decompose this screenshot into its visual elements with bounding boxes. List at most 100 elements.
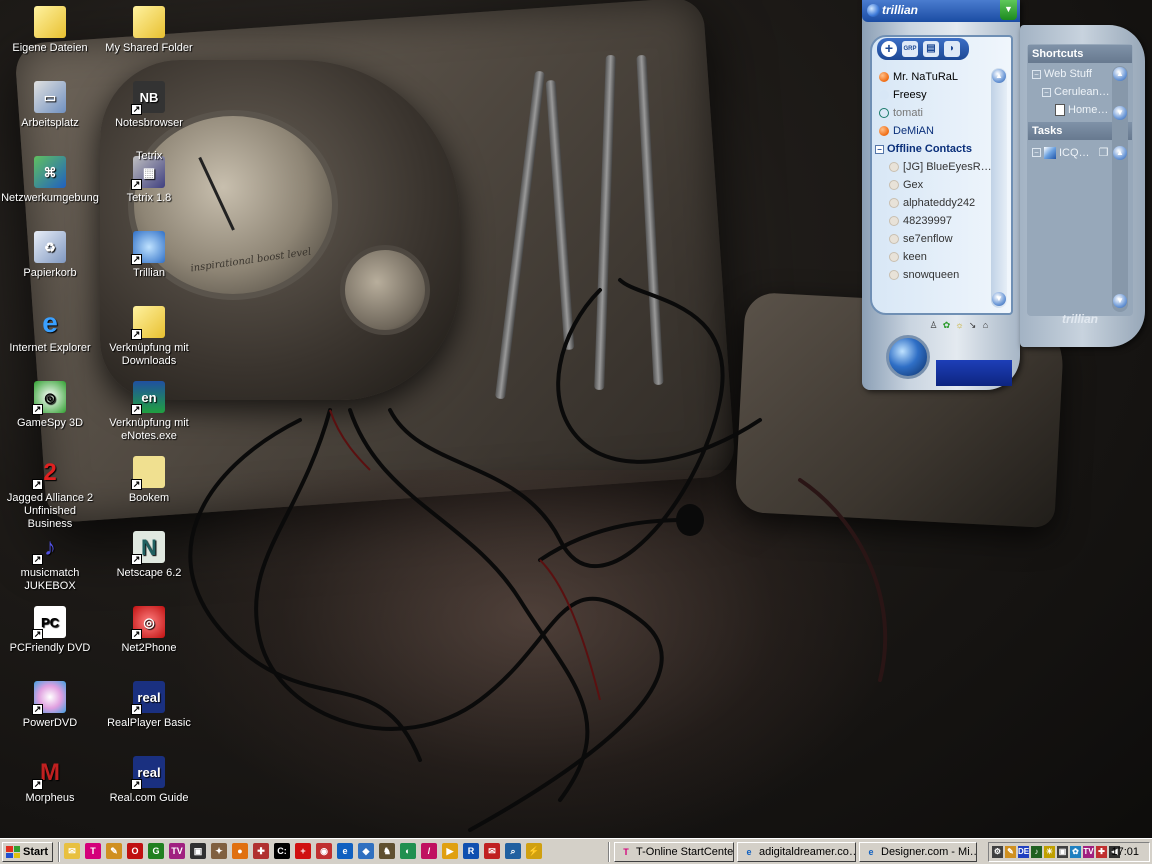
restore-icon[interactable]: ❐ xyxy=(1099,146,1109,159)
task-item[interactable]: − ICQ… ❐ xyxy=(1032,146,1108,159)
desktop-icon[interactable]: ♻ Papierkorb xyxy=(0,231,100,280)
desktop-icon[interactable]: real ↗ RealPlayer Basic xyxy=(99,681,199,730)
my-documents-folder-icon[interactable] xyxy=(34,6,66,38)
cube-icon[interactable]: ▤ xyxy=(923,41,939,57)
opera-icon[interactable]: O xyxy=(127,843,143,859)
desktop-icon[interactable]: ↗ Trillian xyxy=(99,231,199,280)
desktop-icon[interactable]: ⌘ Netzwerkumgebung xyxy=(0,156,100,205)
desktop-icon[interactable]: ↗ Verknüpfung mit Downloads xyxy=(99,306,199,368)
desktop-icon[interactable]: Eigene Dateien xyxy=(0,6,100,55)
reception-icon[interactable]: R xyxy=(463,843,479,859)
shortcut-item[interactable]: − Web Stuff xyxy=(1032,68,1092,80)
desktop-icon[interactable]: My Shared Folder xyxy=(99,6,199,55)
collapse-icon[interactable]: − xyxy=(1032,148,1041,157)
contact-item[interactable]: tomati xyxy=(873,104,991,122)
tray-pen-icon[interactable]: ✎ xyxy=(1005,846,1016,858)
group-icon[interactable]: GRP xyxy=(902,41,918,57)
pcfriendly-icon[interactable]: PC ↗ xyxy=(32,606,66,640)
game-icon[interactable]: ◉ xyxy=(316,843,332,859)
desktop-icon[interactable]: real ↗ Real.com Guide xyxy=(99,756,199,805)
knight-icon[interactable]: ♞ xyxy=(379,843,395,859)
scroll-up-icon[interactable]: ▲ xyxy=(1113,67,1127,81)
side-panel-scrollbar[interactable]: ▲ ▼ ▲ ▼ xyxy=(1112,66,1128,312)
palette-icon[interactable]: ◐ xyxy=(400,843,416,859)
feather-icon[interactable]: / xyxy=(421,843,437,859)
contact-item[interactable]: Mr. NaTuRaL xyxy=(873,68,991,86)
desktop-icon[interactable]: ↗ PowerDVD xyxy=(0,681,100,730)
moth-icon[interactable]: ✦ xyxy=(211,843,227,859)
offline-contact-item[interactable]: Gex xyxy=(873,176,991,194)
scroll-up-icon[interactable]: ▲ xyxy=(992,69,1006,83)
contact-item[interactable]: Freesy xyxy=(873,86,991,104)
tray-music-icon[interactable]: ♪ xyxy=(1031,846,1042,858)
internet-explorer-icon[interactable]: e xyxy=(34,306,66,338)
netscape-icon[interactable]: N ↗ xyxy=(131,531,165,565)
trillian-titlebar[interactable]: trillian xyxy=(862,0,1020,22)
desktop-icon[interactable]: ▭ Arbeitsplatz xyxy=(0,81,100,130)
gamespy-icon[interactable]: G xyxy=(148,843,164,859)
offline-contact-item[interactable]: snowqueen xyxy=(873,266,991,284)
shortcut-item[interactable]: − Cerulean… xyxy=(1042,86,1110,98)
folder-icon[interactable] xyxy=(133,6,165,38)
trillian-icon[interactable]: ↗ xyxy=(131,231,165,265)
desktop-icon[interactable]: ▦ ↗ Tetrix 1.8 xyxy=(99,156,199,205)
collapse-icon[interactable]: − xyxy=(875,144,884,154)
desktop-icon[interactable]: ◎ ↗ GameSpy 3D xyxy=(0,381,100,430)
t-online-icon[interactable]: T xyxy=(85,843,101,859)
arrow-icon[interactable]: ↘ xyxy=(967,320,978,331)
desktop-icon[interactable]: M ↗ Morpheus xyxy=(0,756,100,805)
add-contact-icon[interactable]: + xyxy=(881,41,897,57)
play-icon[interactable]: ▶ xyxy=(442,843,458,859)
task-button[interactable]: e adigitaldreamer.co… xyxy=(737,842,856,862)
clock[interactable]: 17:01 xyxy=(1111,846,1139,858)
sun-icon[interactable]: ☼ xyxy=(954,320,965,331)
collapse-icon[interactable]: − xyxy=(1042,87,1051,97)
ie-icon[interactable]: e xyxy=(337,843,353,859)
task-button[interactable]: T T-Online StartCenter xyxy=(614,842,734,862)
person-icon[interactable]: ♙ xyxy=(928,320,939,331)
jagged-alliance-icon[interactable]: 2 ↗ xyxy=(32,456,66,490)
offline-contacts-group[interactable]: − Offline Contacts xyxy=(873,140,991,158)
lightning-icon[interactable]: ⚡ xyxy=(526,843,542,859)
offline-contact-item[interactable]: 48239997 xyxy=(873,212,991,230)
desktop-icon[interactable]: ↗ Bookem xyxy=(99,456,199,505)
tray-puzzle-icon[interactable]: ✚ xyxy=(1096,846,1107,858)
swiss-icon[interactable]: + xyxy=(295,843,311,859)
bookem-icon[interactable]: ↗ xyxy=(131,456,165,490)
powerdvd-icon[interactable]: ↗ xyxy=(32,681,66,715)
tray-sun-icon[interactable]: ☀ xyxy=(1044,846,1055,858)
scroll-down-icon[interactable]: ▼ xyxy=(1113,294,1127,308)
desktop-icon[interactable]: 2 ↗ Jagged Alliance 2 Unfinished Business xyxy=(0,456,100,531)
puzzle-icon[interactable]: ✚ xyxy=(253,843,269,859)
network-icon[interactable]: ⌘ xyxy=(34,156,66,188)
tray-network-icon[interactable]: ⚙ xyxy=(992,846,1003,858)
desktop-icon[interactable]: ◎ ↗ Net2Phone xyxy=(99,606,199,655)
desktop-icon[interactable]: PC ↗ PCFriendly DVD xyxy=(0,606,100,655)
collapse-icon[interactable]: − xyxy=(1032,69,1041,79)
recycle-bin-icon[interactable]: ♻ xyxy=(34,231,66,263)
task-button[interactable]: e Designer.com - Mi… xyxy=(859,842,977,862)
musicmatch-icon[interactable]: ♪ ↗ xyxy=(32,531,66,565)
offline-contact-item[interactable]: [JG] BlueEyesR… xyxy=(873,158,991,176)
contact-item[interactable]: DeMiAN xyxy=(873,122,991,140)
shortcut-item[interactable]: Home… xyxy=(1055,104,1108,116)
envelope-icon[interactable]: ✉ xyxy=(484,843,500,859)
offline-contact-item[interactable]: keen xyxy=(873,248,991,266)
terminal-icon[interactable]: C: xyxy=(274,843,290,859)
desktop-icon[interactable]: e Internet Explorer xyxy=(0,306,100,355)
network-status-icon[interactable]: ⌂ xyxy=(980,320,991,331)
scroll-down-icon[interactable]: ▼ xyxy=(1113,106,1127,120)
mail-icon[interactable]: ✉ xyxy=(64,843,80,859)
flower-icon[interactable]: ✿ xyxy=(941,320,952,331)
contact-list-scrollbar[interactable]: ▲ ▼ xyxy=(991,68,1007,308)
balloon-icon[interactable]: ● xyxy=(232,843,248,859)
magnifier-icon[interactable]: ⌕ xyxy=(505,843,521,859)
scroll-up-icon[interactable]: ▲ xyxy=(1113,146,1127,160)
offline-contact-item[interactable]: alphateddy242 xyxy=(873,194,991,212)
cube-icon[interactable]: ◆ xyxy=(358,843,374,859)
trillian-globe-icon[interactable] xyxy=(886,335,930,379)
tray-trillian-icon[interactable]: ✿ xyxy=(1070,846,1081,858)
scroll-down-icon[interactable]: ▼ xyxy=(992,292,1006,306)
desktop-icon[interactable]: ♪ ↗ musicmatch JUKEBOX xyxy=(0,531,100,593)
note-icon[interactable]: ◗ xyxy=(944,41,960,57)
